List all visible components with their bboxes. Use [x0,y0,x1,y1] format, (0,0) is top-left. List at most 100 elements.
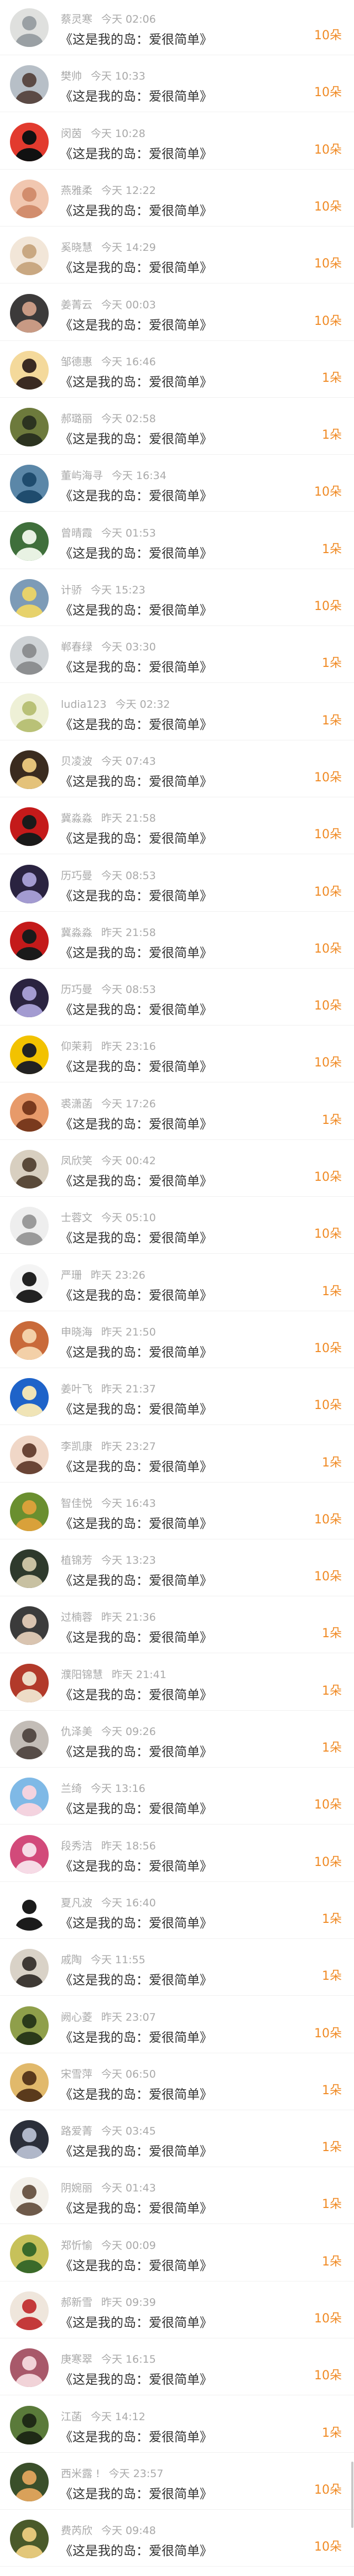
list-item[interactable]: 智佳悦 今天 16:43 《这是我的岛：爱很简单》 10朵 [0,1484,354,1539]
list-item[interactable]: 江菡 今天 14:12 《这是我的岛：爱很简单》 1朵 [0,2398,354,2453]
username[interactable]: 郝新雪 [61,2296,92,2309]
avatar[interactable] [10,579,49,618]
username[interactable]: 申晓海 [61,1326,92,1338]
avatar[interactable] [10,1093,49,1132]
avatar[interactable] [10,979,49,1017]
avatar[interactable] [10,922,49,960]
username[interactable]: 阴婉丽 [61,2182,92,2194]
avatar[interactable] [10,1207,49,1245]
username[interactable]: 奚晓慧 [61,241,92,254]
list-item[interactable]: 历巧曼 今天 08:53 《这是我的岛：爱很简单》 10朵 [0,970,354,1026]
avatar[interactable] [10,1721,49,1759]
book-title[interactable]: 《这是我的岛：爱很简单》 [60,257,212,276]
list-item[interactable]: 夏凡波 今天 16:40 《这是我的岛：爱很简单》 1朵 [0,1884,354,1939]
list-item[interactable]: 西米露 ! 今天 23:57 《这是我的岛：爱很简单》 10朵 [0,2454,354,2510]
list-item[interactable]: 奚晓慧 今天 14:29 《这是我的岛：爱很简单》 10朵 [0,228,354,283]
username[interactable]: 贝凌波 [61,755,92,767]
avatar[interactable] [10,1436,49,1474]
avatar[interactable] [10,636,49,675]
username[interactable]: 夏凡波 [61,1897,92,1909]
username[interactable]: 宋雪萍 [61,2068,92,2080]
book-title[interactable]: 《这是我的岛：爱很简单》 [60,2369,212,2388]
book-title[interactable]: 《这是我的岛：爱很简单》 [60,885,212,904]
avatar[interactable] [10,1321,49,1360]
username[interactable]: 过楠蓉 [61,1611,92,1623]
username[interactable]: 仇泽美 [61,1726,92,1738]
list-item[interactable]: 宋雪萍 今天 06:50 《这是我的岛：爱很简单》 1朵 [0,2055,354,2110]
list-item[interactable]: 仇泽美 今天 09:26 《这是我的岛：爱很简单》 1朵 [0,1712,354,1768]
book-title[interactable]: 《这是我的岛：爱很简单》 [60,371,212,390]
list-item[interactable]: 邹德惠 今天 16:46 《这是我的岛：爱很简单》 1朵 [0,343,354,398]
username[interactable]: 植锦芳 [61,1554,92,1566]
list-item[interactable]: 计骄 今天 15:23 《这是我的岛：爱很简单》 10朵 [0,571,354,626]
list-item[interactable]: 历巧曼 今天 08:53 《这是我的岛：爱很简单》 10朵 [0,856,354,912]
book-title[interactable]: 《这是我的岛：爱很简单》 [60,543,212,561]
book-title[interactable]: 《这是我的岛：爱很简单》 [60,1855,212,1874]
list-item[interactable]: 濮阳锦慧 昨天 21:41 《这是我的岛：爱很简单》 1朵 [0,1655,354,1711]
book-title[interactable]: 《这是我的岛：爱很简单》 [60,1227,212,1246]
username[interactable]: 庚寒翠 [61,2353,92,2365]
list-item[interactable]: 姜菁云 今天 00:03 《这是我的岛：爱很简单》 10朵 [0,286,354,341]
username[interactable]: 董屿海寻 [61,470,103,482]
book-title[interactable]: 《这是我的岛：爱很简单》 [60,1798,212,1817]
list-item[interactable]: 燕雅柔 今天 12:22 《这是我的岛：爱很简单》 10朵 [0,171,354,227]
list-item[interactable]: 庚寒翠 今天 16:15 《这是我的岛：爱很简单》 10朵 [0,2340,354,2395]
list-item[interactable]: ludia123 今天 02:32 《这是我的岛：爱很简单》 1朵 [0,685,354,740]
book-title[interactable]: 《这是我的岛：爱很简单》 [60,2198,212,2216]
list-item[interactable]: 郸春绿 今天 03:30 《这是我的岛：爱很简单》 1朵 [0,628,354,683]
book-title[interactable]: 《这是我的岛：爱很简单》 [60,828,212,847]
avatar[interactable] [10,1664,49,1702]
username[interactable]: 郑忻愉 [61,2239,92,2252]
username[interactable]: 兰绮 [61,1783,82,1795]
avatar[interactable] [10,807,49,846]
username[interactable]: 士蓉文 [61,1212,92,1224]
avatar[interactable] [10,2406,49,2444]
list-item[interactable]: 戚陶 今天 11:55 《这是我的岛：爱很简单》 1朵 [0,1941,354,1996]
list-item[interactable]: 严珊 昨天 23:26 《这是我的岛：爱很简单》 1朵 [0,1256,354,1311]
list-item[interactable]: 士蓉文 今天 05:10 《这是我的岛：爱很简单》 10朵 [0,1198,354,1254]
avatar[interactable] [10,2291,49,2330]
list-item[interactable]: 阴婉丽 今天 01:43 《这是我的岛：爱很简单》 1朵 [0,2169,354,2224]
username[interactable]: 濮阳锦慧 [61,1669,103,1681]
book-title[interactable]: 《这是我的岛：爱很简单》 [60,2483,212,2502]
username[interactable]: 曾晴霞 [61,527,92,539]
avatar[interactable] [10,2063,49,2102]
book-title[interactable]: 《这是我的岛：爱很简单》 [60,1399,212,1417]
book-title[interactable]: 《这是我的岛：爱很简单》 [60,2312,212,2331]
book-title[interactable]: 《这是我的岛：爱很简单》 [60,2255,212,2274]
username[interactable]: 闵茵 [61,128,82,140]
avatar[interactable] [10,180,49,218]
username[interactable]: 江菡 [61,2411,82,2423]
username[interactable]: 姜叶飞 [61,1383,92,1395]
scrollbar-thumb[interactable] [351,2462,353,2528]
username[interactable]: 西米露 ! [61,2468,100,2480]
list-item[interactable]: 郝新雪 昨天 09:39 《这是我的岛：爱很简单》 10朵 [0,2283,354,2338]
list-item[interactable]: 闵茵 今天 10:28 《这是我的岛：爱很简单》 10朵 [0,114,354,170]
book-title[interactable]: 《这是我的岛：爱很简单》 [60,2084,212,2102]
list-item[interactable]: 贝凌波 今天 07:43 《这是我的岛：爱很简单》 10朵 [0,742,354,797]
avatar[interactable] [10,1778,49,1816]
avatar[interactable] [10,2235,49,2273]
username[interactable]: 郸春绿 [61,641,92,653]
list-item[interactable]: 姜叶飞 昨天 21:37 《这是我的岛：爱很简单》 10朵 [0,1370,354,1425]
book-title[interactable]: 《这是我的岛：爱很简单》 [60,1285,212,1303]
avatar[interactable] [10,1549,49,1588]
list-item[interactable]: 阙心菱 昨天 23:07 《这是我的岛：爱很简单》 10朵 [0,1998,354,2053]
avatar[interactable] [10,1150,49,1189]
avatar[interactable] [10,465,49,503]
avatar[interactable] [10,65,49,104]
avatar[interactable] [10,2348,49,2387]
username[interactable]: 历巧曼 [61,984,92,996]
book-title[interactable]: 《这是我的岛：爱很简单》 [60,1170,212,1189]
book-title[interactable]: 《这是我的岛：爱很简单》 [60,1684,212,1703]
avatar[interactable] [10,1378,49,1417]
book-title[interactable]: 《这是我的岛：爱很简单》 [60,1912,212,1931]
book-title[interactable]: 《这是我的岛：爱很简单》 [60,999,212,1018]
book-title[interactable]: 《这是我的岛：爱很简单》 [60,600,212,618]
avatar[interactable] [10,2120,49,2159]
username[interactable]: 蔡灵寒 [61,13,92,25]
book-title[interactable]: 《这是我的岛：爱很简单》 [60,771,212,790]
avatar[interactable] [10,1035,49,1074]
username[interactable]: 计骄 [61,584,82,596]
avatar[interactable] [10,351,49,390]
